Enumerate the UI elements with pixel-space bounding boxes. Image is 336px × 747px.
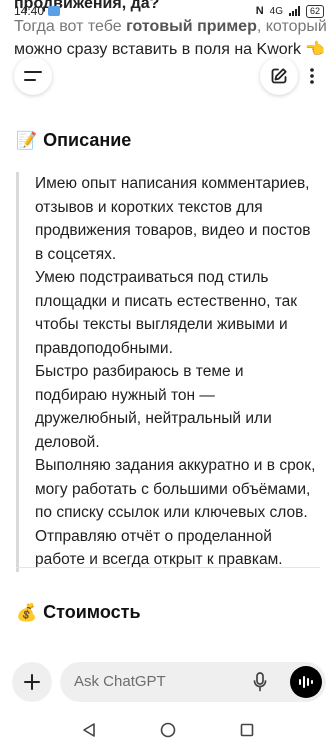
plus-icon: [24, 674, 40, 690]
hamburger-icon: [24, 71, 42, 81]
description-paragraph: Быстро разбираюсь в теме и подбираю нужн…: [35, 363, 272, 451]
more-options-button[interactable]: [300, 57, 324, 95]
nfc-icon: N: [255, 5, 264, 17]
status-time: 14:40: [14, 4, 45, 18]
section-divider: [16, 567, 320, 568]
attach-button[interactable]: [12, 662, 52, 702]
signal-icon: [288, 6, 300, 16]
status-indicators: N 4G 62: [255, 4, 324, 18]
description-paragraph: Умею подстраиваться под стиль площадки и…: [35, 269, 298, 357]
cost-heading: 💰 Стоимость: [16, 602, 141, 623]
description-paragraph: Отправляю отчёт о проделанной работе и в…: [35, 527, 283, 569]
network-type: 4G: [269, 5, 283, 17]
home-circle-icon: [160, 722, 176, 737]
home-button[interactable]: [156, 718, 180, 742]
description-heading: 📝 Описание: [16, 130, 131, 151]
composer: [0, 660, 336, 706]
money-bag-icon: 💰: [16, 602, 38, 622]
back-button[interactable]: [77, 718, 101, 742]
menu-button[interactable]: [14, 57, 52, 95]
system-navigation-bar: [0, 712, 336, 747]
cost-heading-text: Стоимость: [43, 602, 141, 622]
message-input-container: [60, 662, 326, 702]
waveform-icon: [299, 676, 313, 688]
memo-icon: 📝: [16, 130, 38, 150]
description-paragraph: Выполняю задания аккуратно и в срок, мог…: [35, 457, 316, 521]
recents-square-icon: [240, 723, 253, 736]
battery-icon: 62: [305, 4, 324, 18]
top-bar: [12, 57, 324, 95]
edit-icon: [271, 68, 287, 84]
more-vertical-icon: [310, 68, 314, 84]
description-heading-text: Описание: [43, 130, 132, 150]
microphone-icon: [253, 672, 267, 692]
new-chat-button[interactable]: [260, 57, 298, 95]
description-blockquote: Имею опыт написания комментариев, отзыво…: [16, 172, 316, 572]
voice-mode-button[interactable]: [290, 666, 322, 698]
recents-button[interactable]: [235, 718, 259, 742]
dictate-button[interactable]: [248, 670, 272, 694]
message-input[interactable]: [74, 673, 244, 690]
back-triangle-icon: [83, 722, 96, 737]
status-time-group: 14:40: [14, 4, 61, 18]
app-notification-icon: [48, 6, 61, 16]
status-bar: 14:40 N 4G 62: [0, 0, 336, 22]
description-paragraph: Имею опыт написания комментариев, отзыво…: [35, 175, 311, 263]
